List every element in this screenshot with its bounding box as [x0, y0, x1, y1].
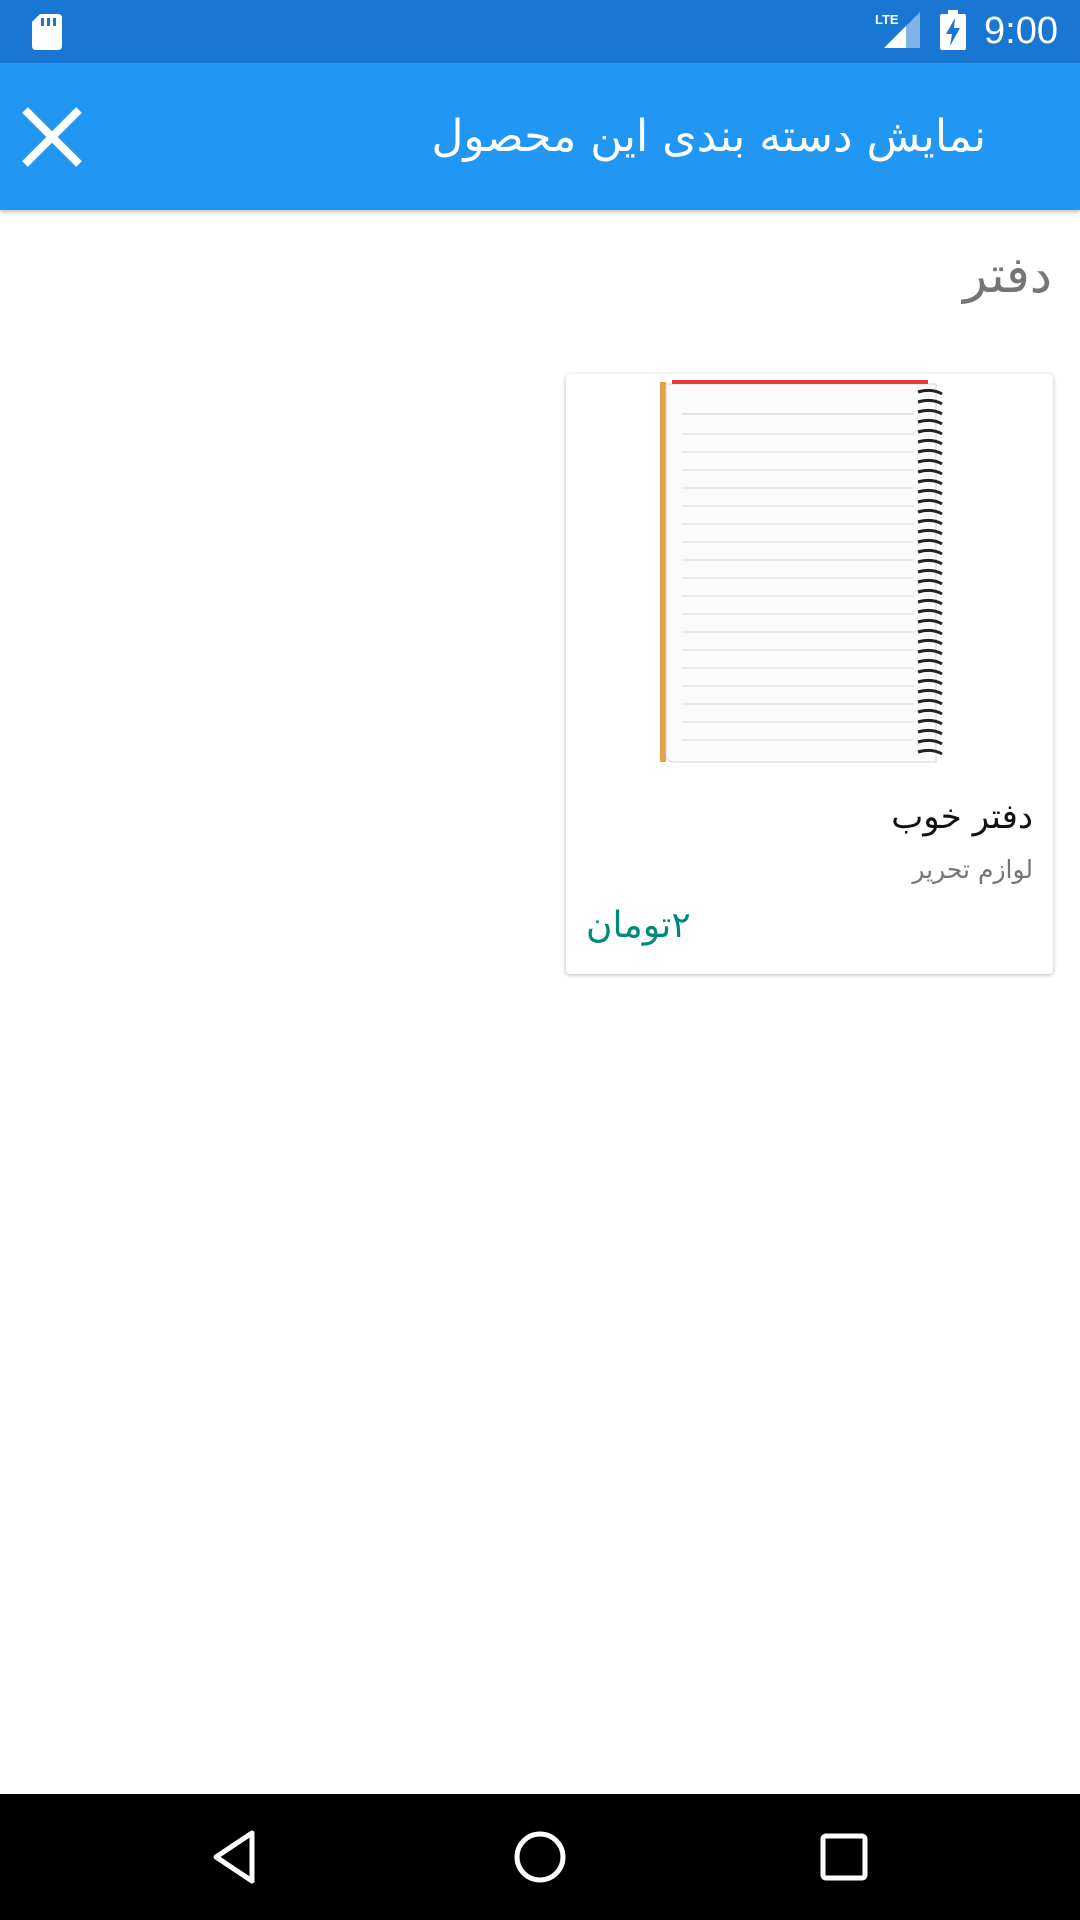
- screen: LTE 9:00 نمایش دسته بندی این محصول دفتر: [0, 0, 1080, 1920]
- home-icon: [514, 1831, 566, 1883]
- home-button[interactable]: [490, 1807, 590, 1907]
- product-card[interactable]: دفتر خوب لوازم تحریر ۲تومان: [566, 374, 1053, 974]
- page-title: نمایش دسته بندی این محصول: [431, 111, 986, 162]
- recents-button[interactable]: [794, 1807, 894, 1907]
- lte-signal-icon: LTE: [875, 12, 920, 48]
- close-icon: [22, 106, 82, 167]
- recents-icon: [820, 1833, 868, 1881]
- navigation-bar: [0, 1794, 1080, 1920]
- app-bar: نمایش دسته بندی این محصول: [0, 63, 1080, 210]
- status-clock: 9:00: [984, 10, 1058, 52]
- product-price: ۲تومان: [586, 905, 691, 946]
- close-button[interactable]: [0, 63, 104, 210]
- product-category: لوازم تحریر: [912, 855, 1033, 884]
- back-button[interactable]: [186, 1807, 286, 1907]
- status-bar: LTE 9:00: [0, 0, 1080, 63]
- back-icon: [213, 1830, 255, 1884]
- battery-charging-icon: [940, 10, 966, 50]
- lte-label: LTE: [875, 12, 899, 27]
- spiral-notebook-image: [660, 380, 943, 763]
- category-title: دفتر: [963, 246, 1052, 304]
- product-name: دفتر خوب: [891, 797, 1033, 837]
- sd-card-icon: [32, 14, 62, 50]
